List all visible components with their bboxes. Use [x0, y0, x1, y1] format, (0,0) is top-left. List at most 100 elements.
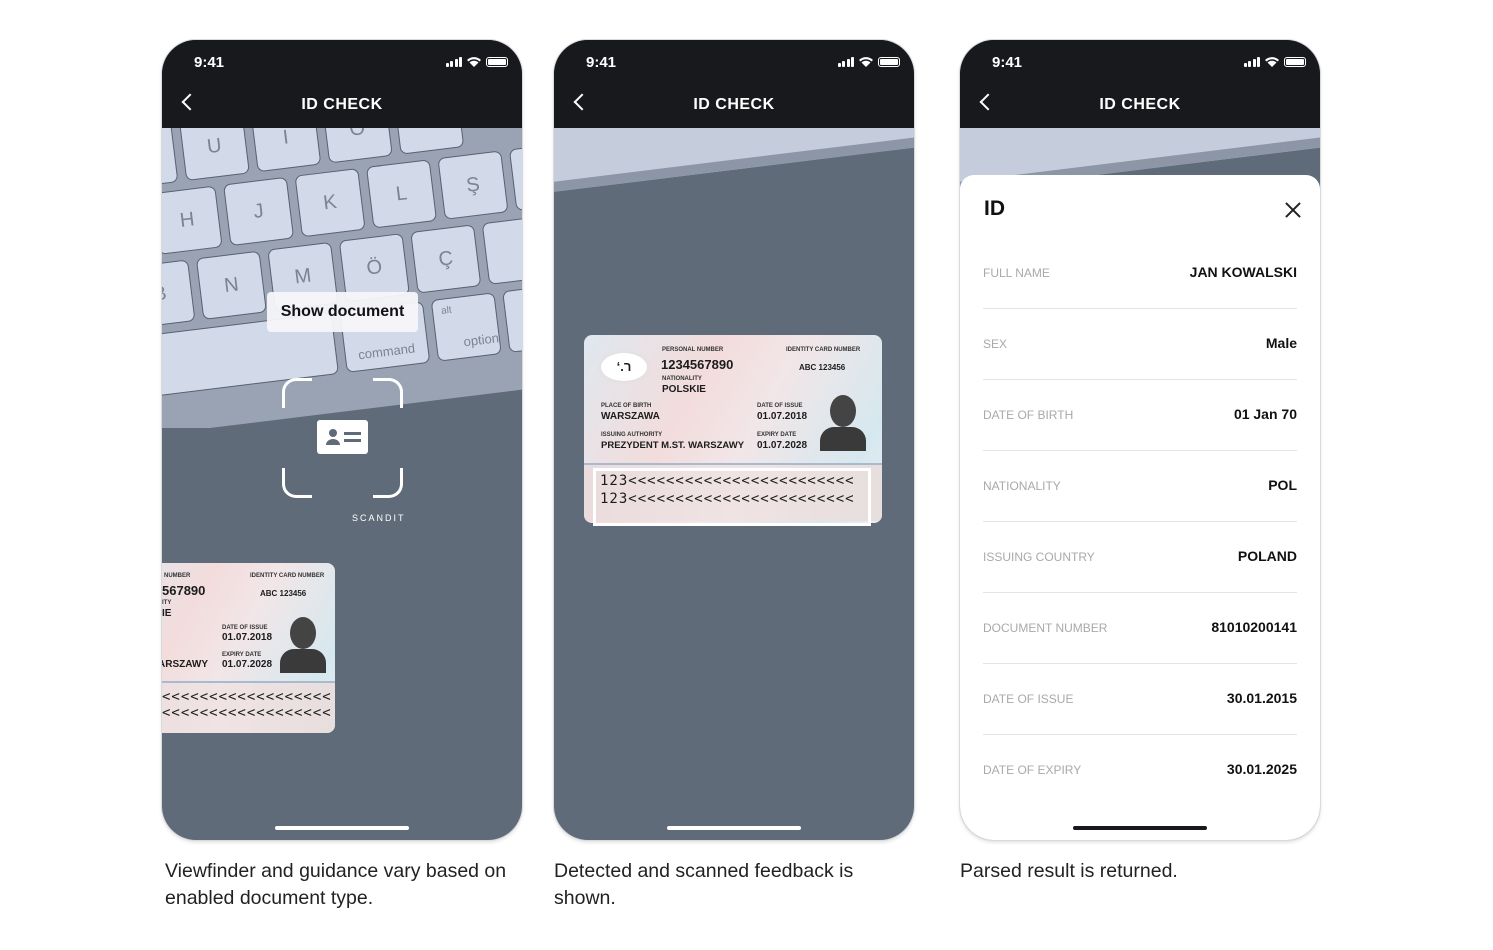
caption-viewfinder: Viewfinder and guidance vary based on en… — [165, 860, 507, 909]
caption-result: Parsed result is returned. — [960, 860, 1178, 882]
field-row: DATE OF ISSUE 30.01.2015 — [983, 664, 1297, 735]
signal-icon — [1243, 56, 1260, 67]
card-label: IDENTITY CARD NUMBER — [786, 347, 861, 353]
battery-icon — [1284, 56, 1306, 67]
screen-title: ID CHECK — [693, 96, 775, 113]
key-option: alt option — [430, 292, 502, 362]
battery-icon — [486, 56, 508, 67]
signal-icon — [445, 56, 462, 67]
header: 9:41 ID CHECK — [554, 40, 914, 128]
wifi-icon — [859, 57, 873, 67]
card-label: DATE OF ISSUE — [222, 625, 268, 631]
field-row: DATE OF EXPIRY 30.01.2025 — [983, 735, 1297, 806]
card-value: 01.07.2028 — [222, 659, 273, 670]
mrz-zone: <<<<<<<<<<<<<<<<<< <<<<<<<<<<<<<<<<<< — [162, 681, 335, 733]
field-row: FULL NAME JAN KOWALSKI — [983, 175, 1297, 309]
field-label: NATIONALITY — [983, 479, 1061, 493]
status-icons — [1243, 56, 1306, 67]
key-label: option — [462, 330, 500, 350]
field-label: DATE OF EXPIRY — [983, 763, 1082, 777]
wifi-icon — [1265, 57, 1279, 67]
status-icons — [837, 56, 900, 67]
home-indicator — [275, 826, 409, 830]
field-value: 30.01.2025 — [1226, 761, 1297, 777]
phone-screen-viewfinder: 9:41 ID CHECK Y U I O H J K L Ş B N M Ö … — [162, 40, 522, 840]
phone-screen-scanned: 9:41 ID CHECK ‘.ר PERSONAL NUMBER 123456… — [554, 40, 914, 840]
card-value: IE — [162, 608, 172, 619]
header: 9:41 ID CHECK — [162, 40, 522, 128]
field-label: SEX — [983, 337, 1008, 351]
card-value: 01.07.2018 — [757, 411, 808, 422]
status-time: 9:41 — [586, 54, 617, 71]
key — [502, 283, 522, 353]
card-value: ABC 123456 — [799, 363, 846, 372]
card-value: 01.07.2028 — [757, 440, 808, 451]
field-label: ISSUING COUNTRY — [983, 550, 1095, 564]
key: N — [195, 250, 267, 320]
key — [481, 215, 522, 285]
card-value: POLSKIE — [662, 384, 706, 395]
card-label: PERSONAL NUMBER — [662, 347, 724, 353]
card-label: ISSUING AUTHORITY — [601, 432, 663, 438]
card-value: 01.07.2018 — [222, 632, 273, 643]
card-value: PREZYDENT M.ST. WARSZAWY — [601, 440, 745, 451]
field-value: POL — [1268, 477, 1297, 493]
viewfinder — [282, 378, 403, 498]
key: Y — [162, 128, 179, 190]
card-label: NATIONALITY — [662, 376, 702, 382]
key — [508, 141, 522, 212]
card-value: 1234567890 — [661, 357, 734, 372]
field-row: DATE OF BIRTH 01 Jan 70 — [983, 380, 1297, 451]
key — [393, 128, 465, 155]
key: J — [223, 176, 295, 247]
field-label: DATE OF BIRTH — [983, 408, 1074, 422]
key: Ş — [437, 150, 509, 220]
id-card-preview: NUMBER 567890 ITY IE IDENTITY CARD NUMBE… — [162, 563, 335, 733]
field-row: ISSUING COUNTRY POLAND — [983, 522, 1297, 593]
signal-icon — [837, 56, 854, 67]
key: O — [321, 128, 393, 164]
field-value: 01 Jan 70 — [1233, 406, 1297, 422]
field-row: DOCUMENT NUMBER 81010200141 — [983, 593, 1297, 664]
field-value: 30.01.2015 — [1226, 690, 1297, 706]
field-label: DATE OF ISSUE — [983, 692, 1074, 706]
card-value: 567890 — [162, 583, 206, 598]
card-label: PLACE OF BIRTH — [601, 403, 652, 409]
field-row: NATIONALITY POL — [983, 451, 1297, 522]
key: L — [365, 159, 438, 229]
key: H — [162, 185, 223, 255]
mrz-highlight-frame — [593, 468, 871, 526]
key: Ç — [410, 224, 482, 294]
key-label: alt — [440, 304, 453, 317]
mrz-line: <<<<<<<<<<<<<<<<<< — [162, 705, 332, 721]
field-value: Male — [1265, 335, 1297, 351]
home-indicator — [1073, 826, 1207, 830]
key: I — [250, 128, 322, 173]
card-label: NUMBER — [164, 573, 191, 579]
field-label: DOCUMENT NUMBER — [983, 621, 1108, 635]
card-label: ITY — [162, 600, 172, 606]
key: B — [162, 259, 196, 329]
key: K — [294, 167, 366, 238]
key: U — [178, 128, 250, 182]
card-value: WARSZAWA — [601, 411, 660, 422]
result-sheet: ID FULL NAME JAN KOWALSKI SEX Male DATE OF… — [960, 175, 1320, 840]
card-label: EXPIRY DATE — [222, 652, 262, 658]
field-value: 81010200141 — [1211, 619, 1297, 635]
card-emblem: ‘.ר — [601, 353, 647, 381]
field-label: FULL NAME — [983, 266, 1050, 280]
status-time: 9:41 — [992, 54, 1023, 71]
caption-scanned: Detected and scanned feedback is shown. — [554, 860, 854, 909]
field-value: JAN KOWALSKI — [1189, 264, 1297, 280]
guidance-toast: Show document — [267, 292, 418, 332]
mrz-line: <<<<<<<<<<<<<<<<<< — [162, 689, 332, 705]
header: 9:41 ID CHECK — [960, 40, 1320, 128]
scandit-logo: SCANDIT — [352, 513, 406, 523]
field-value: POLAND — [1237, 548, 1297, 564]
card-label: IDENTITY CARD NUMBER — [250, 573, 325, 579]
battery-icon — [878, 56, 900, 67]
status-icons — [445, 56, 508, 67]
card-label: DATE OF ISSUE — [757, 403, 803, 409]
home-indicator — [667, 826, 801, 830]
id-card-icon — [317, 420, 368, 454]
